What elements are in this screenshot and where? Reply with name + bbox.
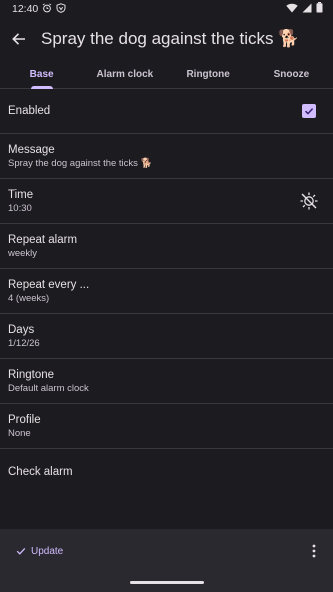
more-options-button[interactable] [309, 541, 319, 561]
tab-bar: Base Alarm clock Ringtone Snooze [0, 60, 333, 89]
setting-text: Check alarm [8, 466, 73, 478]
setting-title: Time [8, 188, 34, 201]
setting-text: Days 1/12/26 [8, 324, 40, 349]
setting-value: 1/12/26 [8, 337, 40, 349]
setting-repeat-alarm[interactable]: Repeat alarm weekly [0, 224, 333, 269]
signal-icon [302, 3, 312, 16]
setting-title: Ringtone [8, 368, 55, 381]
setting-title: Message [8, 143, 55, 156]
setting-message[interactable]: Message Spray the dog against the ticks … [0, 134, 333, 179]
setting-text: Message Spray the dog against the ticks … [8, 144, 152, 169]
setting-value: 10:30 [8, 202, 32, 214]
setting-time[interactable]: Time 10:30 [0, 179, 333, 224]
setting-repeat-every[interactable]: Repeat every ... 4 (weeks) [0, 269, 333, 314]
enabled-checkbox[interactable] [302, 104, 316, 118]
brightness-auto-icon [300, 192, 318, 210]
bottom-bar: Update [0, 529, 333, 592]
home-indicator[interactable] [130, 581, 204, 584]
alarm-icon [42, 2, 52, 16]
status-bar: 12:40 [0, 0, 333, 18]
update-button[interactable]: Update [16, 543, 63, 559]
setting-title: Enabled [8, 105, 51, 117]
time-mode-button[interactable] [297, 189, 321, 213]
vpn-icon [56, 2, 66, 16]
arrow-back-icon [12, 33, 25, 45]
tab-alarm-clock[interactable]: Alarm clock [83, 60, 166, 88]
setting-title: Profile [8, 413, 41, 426]
setting-days[interactable]: Days 1/12/26 [0, 314, 333, 359]
setting-value: Spray the dog against the ticks 🐕 [8, 157, 153, 169]
tab-label: Snooze [273, 68, 310, 80]
setting-profile[interactable]: Profile None [0, 404, 333, 449]
tab-label: Base [29, 68, 54, 80]
back-button[interactable] [0, 20, 38, 58]
setting-value: None [8, 427, 31, 439]
tab-label: Alarm clock [96, 68, 154, 80]
setting-ringtone[interactable]: Ringtone Default alarm clock [0, 359, 333, 404]
page-title: Spray the dog against the ticks 🐕 [41, 29, 300, 48]
setting-enabled[interactable]: Enabled [0, 89, 333, 134]
tab-ringtone[interactable]: Ringtone [167, 60, 250, 88]
setting-check-alarm[interactable]: Check alarm [0, 449, 333, 494]
check-icon [304, 108, 314, 115]
status-left: 12:40 [12, 2, 66, 16]
setting-title: Days [8, 323, 35, 336]
setting-title: Check alarm [8, 465, 73, 478]
tab-base[interactable]: Base [0, 60, 83, 88]
status-time: 12:40 [12, 3, 39, 15]
setting-value: 4 (weeks) [8, 292, 50, 304]
app-bar: Spray the dog against the ticks 🐕 [0, 20, 333, 58]
tab-label: Ringtone [186, 68, 230, 80]
wifi-icon [286, 3, 298, 16]
setting-text: Ringtone Default alarm clock [8, 369, 89, 394]
setting-text: Repeat alarm weekly [8, 234, 77, 259]
tab-snooze[interactable]: Snooze [250, 60, 333, 88]
setting-title: Repeat every ... [8, 278, 90, 291]
setting-text: Time 10:30 [8, 189, 33, 214]
setting-value: weekly [8, 247, 38, 259]
more-vert-icon [312, 544, 316, 558]
check-icon [16, 547, 26, 555]
battery-icon [316, 2, 323, 16]
setting-text: Profile None [8, 414, 41, 439]
setting-title: Repeat alarm [8, 233, 78, 246]
status-right [286, 2, 323, 16]
setting-text: Repeat every ... 4 (weeks) [8, 279, 89, 304]
setting-text: Enabled [8, 105, 50, 117]
setting-value: Default alarm clock [8, 382, 89, 394]
update-label: Update [31, 545, 64, 557]
settings-list: Enabled Message Spray the dog against th… [0, 89, 333, 494]
